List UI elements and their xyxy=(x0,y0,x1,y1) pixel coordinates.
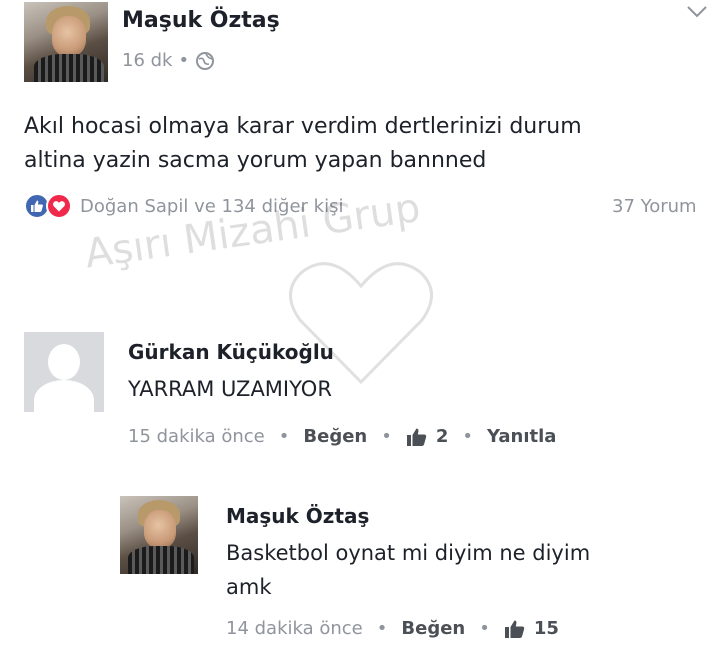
reply-text-line: amk xyxy=(226,575,272,599)
like-button[interactable]: Beğen xyxy=(401,618,465,639)
reply-author-avatar[interactable] xyxy=(120,496,198,574)
reply-author-name[interactable]: Maşuk Öztaş xyxy=(226,504,369,528)
post-text: Akıl hocasi olmaya karar verdim dertleri… xyxy=(24,110,704,178)
comment-author-name[interactable]: Gürkan Küçükoğlu xyxy=(128,340,334,364)
post-author-avatar[interactable] xyxy=(24,2,108,82)
reply-time[interactable]: 14 dakika önce xyxy=(226,618,363,639)
reply-actions: 14 dakika önce • Beğen • 15 xyxy=(226,618,559,639)
heart-watermark-icon xyxy=(286,252,436,392)
like-count: 15 xyxy=(533,618,559,639)
reply-text: Basketbol oynat mi diyim ne diyim amk xyxy=(226,536,686,604)
thumbs-up-icon[interactable] xyxy=(406,427,428,447)
comment-time[interactable]: 15 dakika önce xyxy=(128,426,265,447)
separator-dot: • xyxy=(178,50,190,71)
comment-author-avatar[interactable] xyxy=(24,332,104,412)
reply-button[interactable]: Yanıtla xyxy=(487,426,556,447)
post-time[interactable]: 16 dk xyxy=(122,50,172,71)
like-count: 2 xyxy=(435,426,449,447)
post-text-line: Akıl hocasi olmaya karar verdim dertleri… xyxy=(24,114,582,139)
like-button[interactable]: Beğen xyxy=(303,426,367,447)
thumbs-up-icon[interactable] xyxy=(504,619,526,639)
love-reaction-icon xyxy=(46,193,72,219)
chevron-down-icon[interactable] xyxy=(686,4,708,20)
post-author-name[interactable]: Maşuk Öztaş xyxy=(122,8,280,33)
reply-text-line: Basketbol oynat mi diyim ne diyim xyxy=(226,541,591,565)
comment-text: YARRAM UZAMIYOR xyxy=(128,377,332,401)
post-text-line: altina yazin sacma yorum yapan bannned xyxy=(24,148,487,173)
comment-count[interactable]: 37 Yorum xyxy=(612,196,697,217)
comment-actions: 15 dakika önce • Beğen • 2 • Yanıtla xyxy=(128,426,557,447)
globe-icon xyxy=(195,51,215,71)
post-meta: 16 dk • xyxy=(122,50,215,71)
